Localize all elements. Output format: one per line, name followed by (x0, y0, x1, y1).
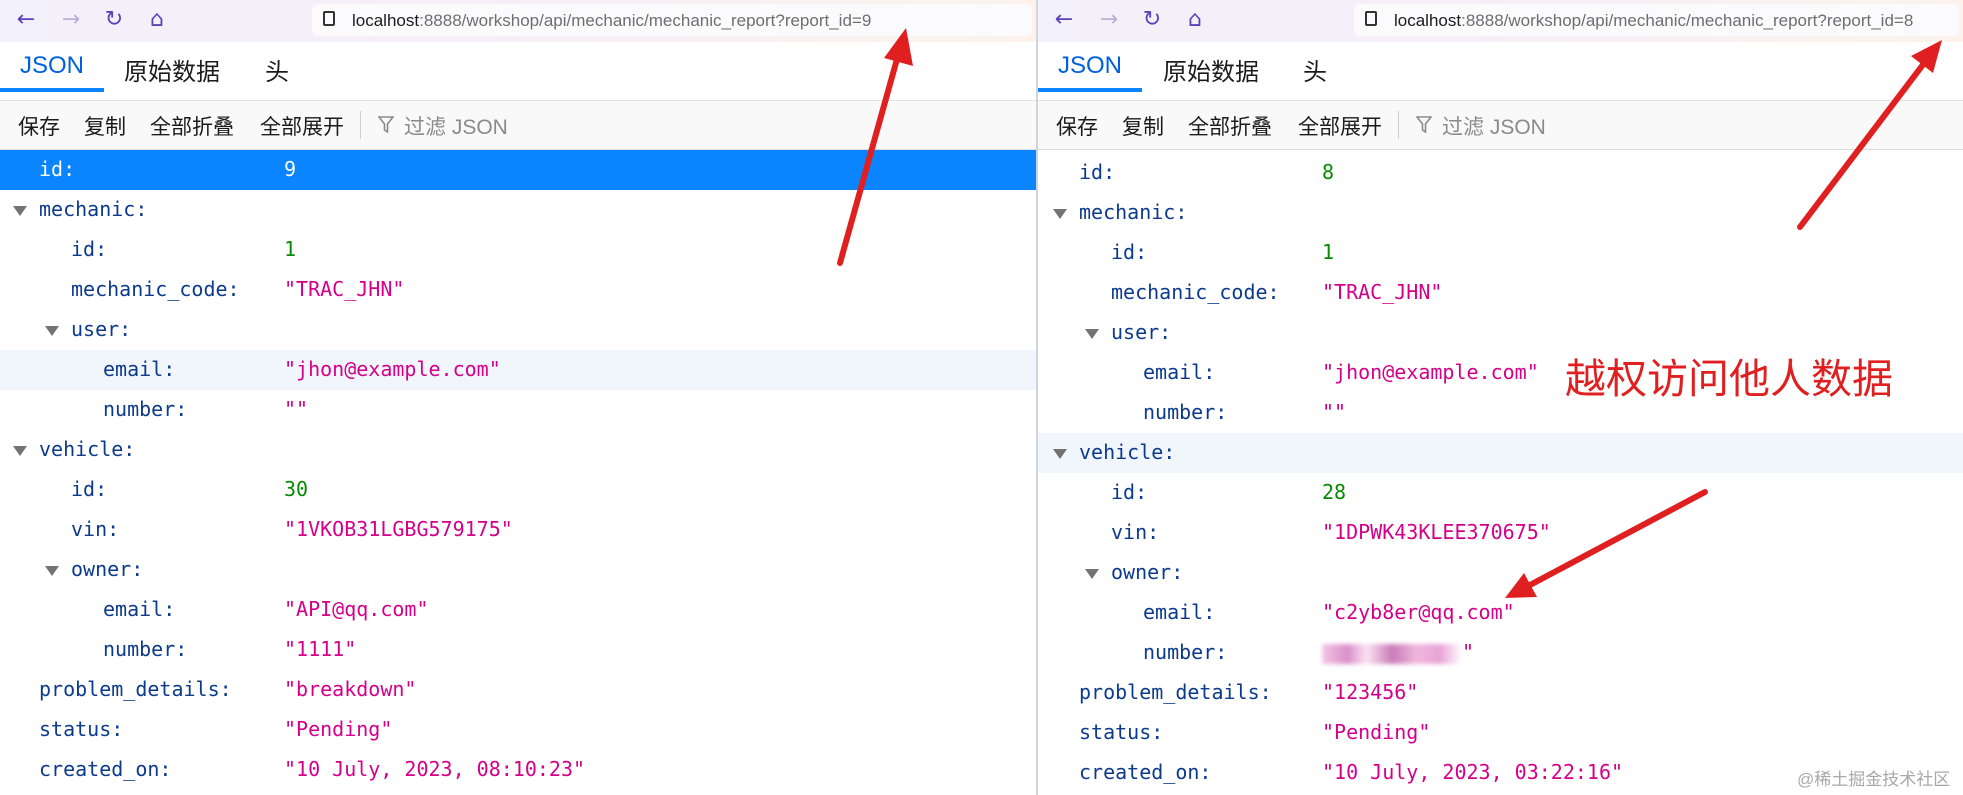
red-arrow-annotation (1797, 40, 1942, 230)
watermark: @稀土掘金技术社区 (1797, 770, 1951, 789)
red-arrow-annotation (1505, 489, 1708, 598)
red-arrow-annotation (837, 28, 913, 266)
annotation-text: 越权访问他人数据 (1565, 356, 1893, 402)
